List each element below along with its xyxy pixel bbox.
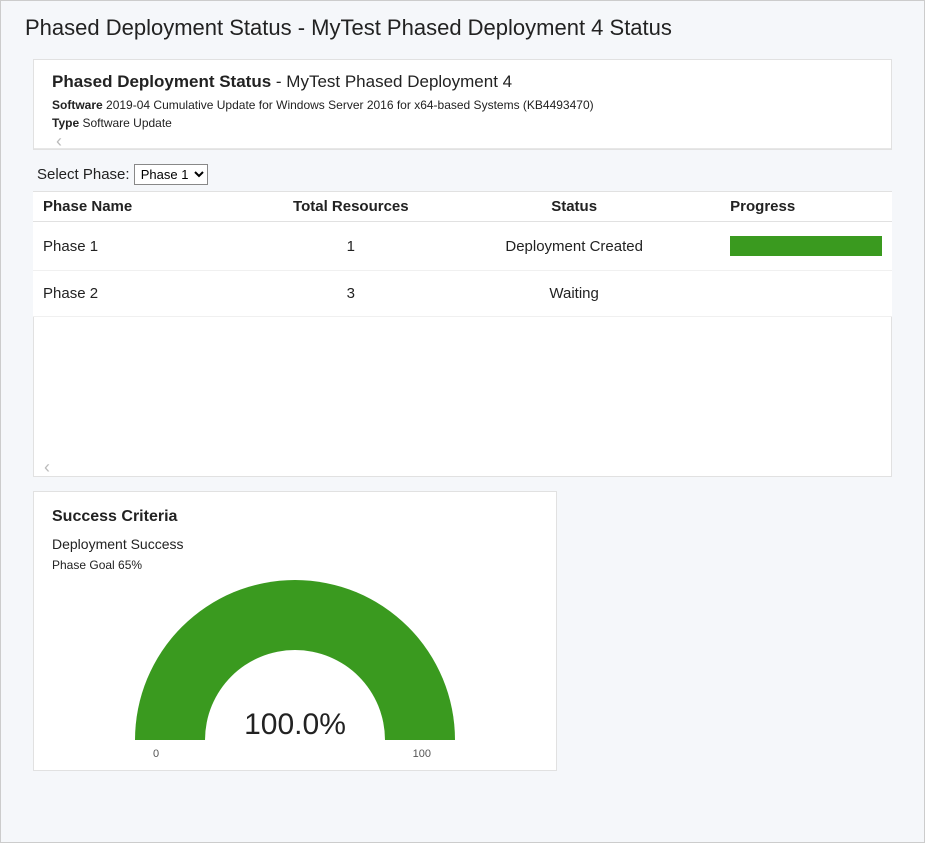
col-header-status[interactable]: Status	[428, 192, 720, 222]
success-criteria-card: Success Criteria Deployment Success Phas…	[33, 491, 557, 771]
gauge-tick-max: 100	[413, 748, 431, 760]
col-header-resources[interactable]: Total Resources	[274, 192, 429, 222]
card-title: Phased Deployment Status - MyTest Phased…	[52, 72, 873, 98]
gauge-tick-min: 0	[153, 748, 159, 760]
table-row[interactable]: Phase 2 3 Waiting	[33, 271, 892, 317]
card-title-bold: Phased Deployment Status	[52, 72, 271, 91]
cell-phase-name: Phase 1	[33, 222, 274, 271]
success-subtitle: Deployment Success	[52, 536, 538, 558]
cell-resources: 1	[274, 222, 429, 271]
cell-progress	[720, 222, 892, 271]
type-label: Type	[52, 116, 79, 130]
cell-status: Waiting	[428, 271, 720, 317]
col-header-progress[interactable]: Progress	[720, 192, 892, 222]
gauge-value: 100.0%	[135, 708, 455, 742]
table-empty-area: ‹	[33, 317, 892, 477]
cell-status: Deployment Created	[428, 222, 720, 271]
phase-select-row: Select Phase: Phase 1	[33, 156, 892, 191]
phase-select[interactable]: Phase 1	[134, 164, 208, 185]
success-title: Success Criteria	[52, 508, 538, 536]
software-value: 2019-04 Cumulative Update for Windows Se…	[106, 98, 594, 112]
phase-select-label: Select Phase:	[37, 166, 130, 183]
software-label: Software	[52, 98, 103, 112]
phase-table: Phase Name Total Resources Status Progre…	[33, 191, 892, 317]
page-title: Phased Deployment Status - MyTest Phased…	[1, 1, 924, 59]
gauge-chart: 100.0% 0 100	[135, 580, 455, 760]
chevron-left-icon[interactable]: ‹	[40, 460, 54, 474]
type-value: Software Update	[82, 116, 171, 130]
col-header-name[interactable]: Phase Name	[33, 192, 274, 222]
chevron-left-icon[interactable]: ‹	[52, 134, 873, 148]
software-line: Software 2019-04 Cumulative Update for W…	[52, 98, 873, 116]
cell-phase-name: Phase 2	[33, 271, 274, 317]
progress-bar	[730, 236, 882, 256]
cell-progress	[720, 271, 892, 317]
table-row[interactable]: Phase 1 1 Deployment Created	[33, 222, 892, 271]
phase-goal-label: Phase Goal 65%	[52, 558, 538, 580]
table-header-row: Phase Name Total Resources Status Progre…	[33, 192, 892, 222]
card-title-suffix: - MyTest Phased Deployment 4	[271, 72, 512, 91]
type-line: Type Software Update	[52, 116, 873, 134]
cell-resources: 3	[274, 271, 429, 317]
status-header-card: Phased Deployment Status - MyTest Phased…	[33, 59, 892, 150]
